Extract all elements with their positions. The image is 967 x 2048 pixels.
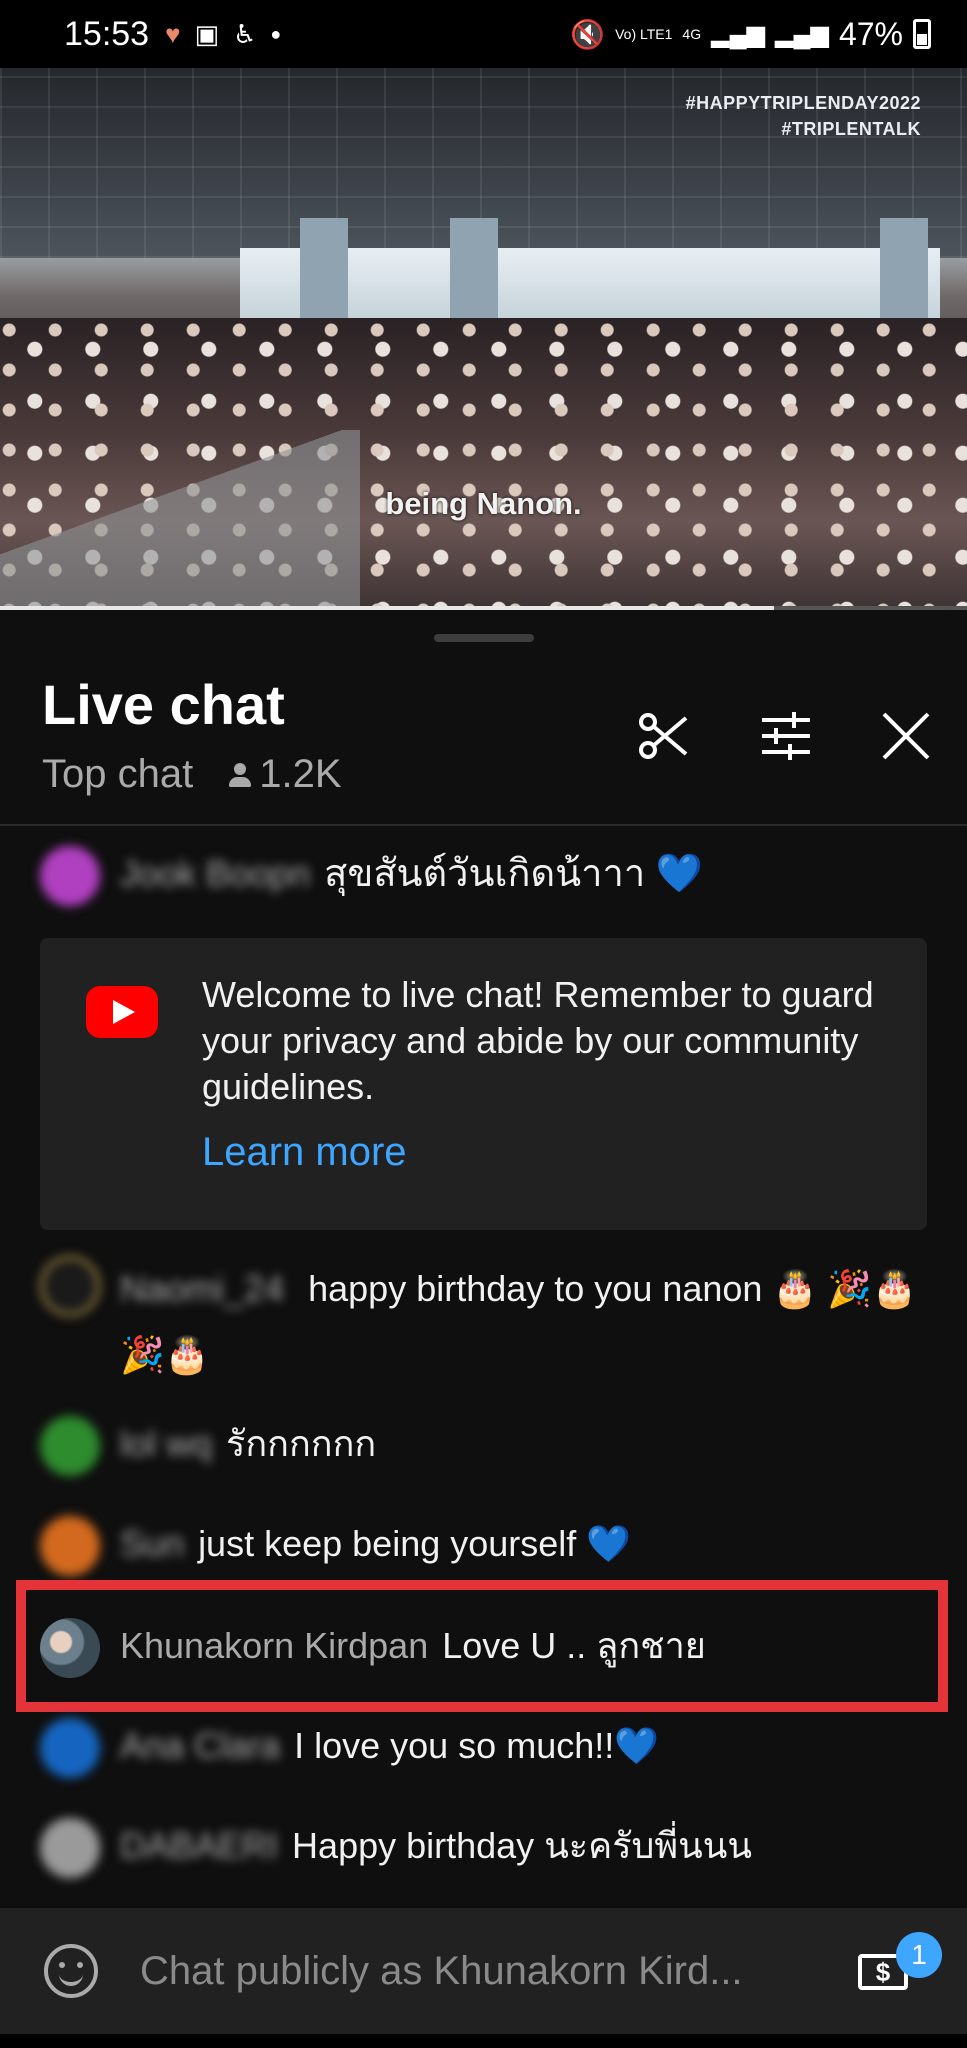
video-hashtags: #HAPPYTRIPLENDAY2022 #TRIPLENTALK xyxy=(686,90,921,142)
chat-author: DABAERI xyxy=(120,1825,279,1866)
video-progress-bar[interactable] xyxy=(0,606,967,610)
chat-text: รักกกกกก xyxy=(226,1423,377,1464)
highlight-box xyxy=(16,1580,948,1712)
viewer-count-value: 1.2K xyxy=(259,752,342,796)
nav-strip xyxy=(0,2034,967,2048)
signal-icon: ▂▄▆ xyxy=(775,20,829,48)
super-chat-badge: 1 xyxy=(896,1932,942,1978)
video-hashtag: #TRIPLENTALK xyxy=(781,119,921,139)
person-icon xyxy=(227,761,253,789)
accessibility-icon: ♿ xyxy=(233,19,257,49)
status-bar: 15:53 ♥ ▣ ♿ ● 🔇 Vo) LTE1 4G ▂▄▆ ▂▄▆ 47% xyxy=(0,0,967,68)
welcome-message: Welcome to live chat! Remember to guard … xyxy=(202,974,874,1107)
heart-rate-icon: ♥ xyxy=(165,19,181,49)
chat-message[interactable]: Ana Clara I love you so much!!💙 xyxy=(40,1718,659,1778)
status-left-icons: ♥ ▣ ♿ ● xyxy=(165,21,281,47)
chat-input[interactable] xyxy=(140,1938,830,2004)
video-hashtag: #HAPPYTRIPLENDAY2022 xyxy=(685,93,921,113)
battery-icon xyxy=(913,19,931,49)
header-divider xyxy=(0,824,967,826)
mute-icon: 🔇 xyxy=(570,18,606,50)
avatar xyxy=(40,1818,100,1878)
avatar xyxy=(40,1718,100,1778)
avatar xyxy=(40,846,100,906)
status-time: 15:53 xyxy=(64,14,150,53)
battery-percent: 47% xyxy=(838,15,903,52)
network-indicator: 4G xyxy=(682,26,702,42)
chat-mode-row: Top chat 1.2K xyxy=(42,752,342,797)
welcome-card: Welcome to live chat! Remember to guard … xyxy=(40,938,927,1230)
live-chat-title: Live chat xyxy=(42,673,285,736)
chat-message[interactable]: Jook Boopn สุขสันต์วันเกิดน้าาา 💙 xyxy=(40,846,703,906)
chat-author: Ana Clara xyxy=(120,1725,281,1766)
chat-text: Happy birthday นะครับพี่นนน xyxy=(292,1825,752,1866)
signal-icon: ▂▄▆ xyxy=(711,20,766,48)
status-right-icons: 🔇 Vo) LTE1 4G ▂▄▆ ▂▄▆ 47% xyxy=(570,16,931,53)
viewer-count: 1.2K xyxy=(227,752,342,797)
chat-message[interactable]: Naomi_24 happy birthday to you nanon 🎂 🎉… xyxy=(40,1256,920,1388)
chat-message[interactable]: DABAERI Happy birthday นะครับพี่นนน xyxy=(40,1818,752,1878)
avatar xyxy=(40,1516,100,1576)
chat-author: lol wq xyxy=(120,1423,213,1464)
avatar xyxy=(40,1256,100,1316)
tune-icon[interactable] xyxy=(756,706,816,766)
chat-text: just keep being yourself 💙 xyxy=(198,1523,632,1564)
chat-message[interactable]: Sun just keep being yourself 💙 xyxy=(40,1516,631,1576)
video-progress-fill xyxy=(0,606,774,610)
chat-author: Jook Boopn xyxy=(120,853,311,894)
dot-icon: ● xyxy=(270,24,282,44)
chat-mode-selector[interactable]: Top chat xyxy=(42,752,193,797)
youtube-logo-icon xyxy=(86,986,158,1038)
chat-input-bar: $ 1 xyxy=(0,1908,967,2034)
video-subtitle: being Nanon. xyxy=(385,486,582,521)
video-player[interactable]: #HAPPYTRIPLENDAY2022 #TRIPLENTALK being … xyxy=(0,68,967,610)
scissors-icon[interactable] xyxy=(634,706,694,766)
close-icon[interactable] xyxy=(876,706,936,766)
gallery-icon: ▣ xyxy=(194,19,220,49)
chat-author: Sun xyxy=(120,1523,185,1564)
emoji-icon[interactable] xyxy=(44,1944,98,1998)
volte-indicator: Vo) LTE1 xyxy=(615,26,673,42)
chat-author: Naomi_24 xyxy=(120,1268,285,1309)
learn-more-link[interactable]: Learn more xyxy=(202,1130,407,1175)
chat-text: I love you so much!!💙 xyxy=(294,1725,660,1766)
chat-text: สุขสันต์วันเกิดน้าาา 💙 xyxy=(324,853,704,895)
avatar xyxy=(40,1416,100,1476)
drag-handle[interactable] xyxy=(434,634,534,642)
chat-message[interactable]: lol wq รักกกกกก xyxy=(40,1416,376,1476)
